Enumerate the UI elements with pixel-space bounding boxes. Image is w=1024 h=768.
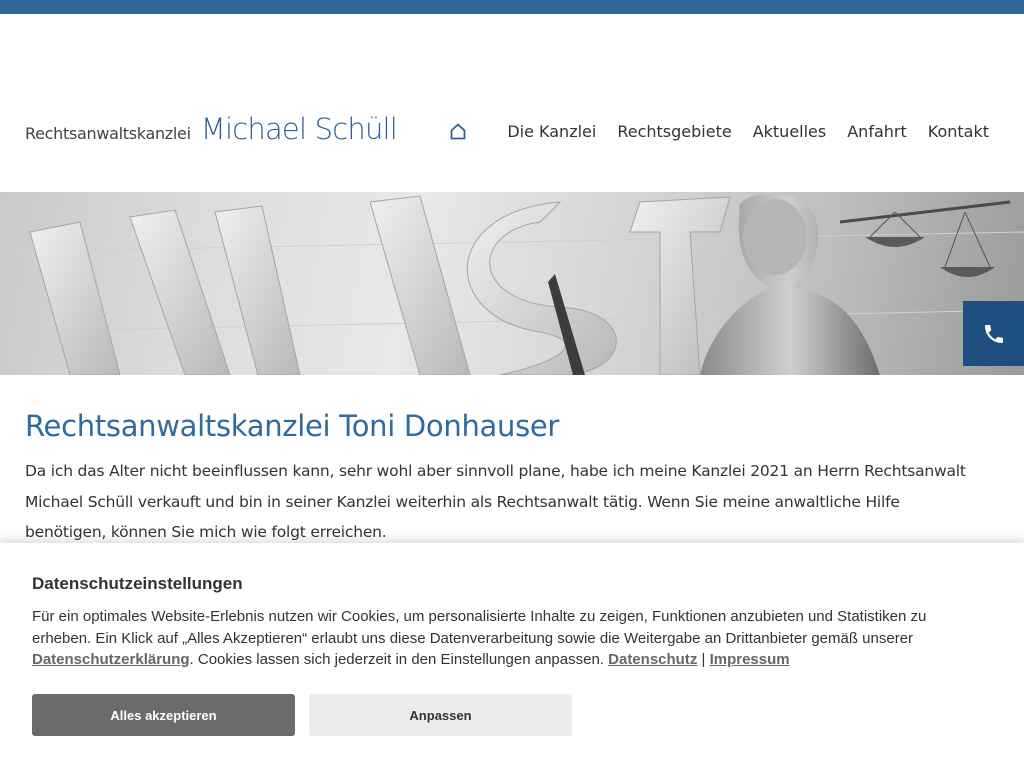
phone-icon	[984, 324, 1003, 343]
site-logo[interactable]: Rechtsanwaltskanzlei Michael Schüll	[25, 112, 398, 148]
nav-item-anfahrt[interactable]: Anfahrt	[847, 122, 907, 141]
adjust-settings-button[interactable]: Anpassen	[309, 694, 572, 736]
hero-banner-image	[0, 192, 1024, 375]
link-separator: |	[697, 651, 710, 668]
logo-name: Michael Schüll	[200, 112, 398, 146]
privacy-statement-link[interactable]: Datenschutzerklärung	[32, 651, 190, 668]
main-content: Rechtsanwaltskanzlei Toni Donhauser Da i…	[25, 406, 985, 548]
nav-item-kontakt[interactable]: Kontakt	[928, 122, 989, 141]
home-icon[interactable]	[449, 122, 467, 140]
intro-paragraph: Da ich das Alter nicht beeinflussen kann…	[25, 462, 966, 541]
logo-prefix: Rechtsanwaltskanzlei	[25, 124, 191, 143]
accept-all-button[interactable]: Alles akzeptieren	[32, 694, 295, 736]
site-header: Rechtsanwaltskanzlei Michael Schüll Die …	[0, 14, 1024, 192]
phone-button[interactable]	[963, 301, 1024, 366]
cookie-consent-banner: Datenschutzeinstellungen Für ein optimal…	[0, 543, 1024, 768]
privacy-link[interactable]: Datenschutz	[608, 651, 697, 668]
page-title: Rechtsanwaltskanzlei Toni Donhauser	[25, 409, 560, 443]
cookie-text-part-1: Für ein optimales Website-Erlebnis nutze…	[32, 608, 927, 647]
nav-item-aktuelles[interactable]: Aktuelles	[753, 122, 827, 141]
main-navigation: Die Kanzlei Rechtsgebiete Aktuelles Anfa…	[449, 118, 989, 144]
cookie-text-part-2: . Cookies lassen sich jederzeit in den E…	[189, 651, 609, 668]
nav-item-rechtsgebiete[interactable]: Rechtsgebiete	[617, 122, 731, 141]
cookie-text: Für ein optimales Website-Erlebnis nutze…	[32, 606, 987, 671]
top-accent-bar	[0, 0, 1024, 14]
nav-item-kanzlei[interactable]: Die Kanzlei	[507, 122, 596, 141]
imprint-link[interactable]: Impressum	[710, 651, 790, 668]
cookie-title: Datenschutzeinstellungen	[32, 574, 243, 593]
